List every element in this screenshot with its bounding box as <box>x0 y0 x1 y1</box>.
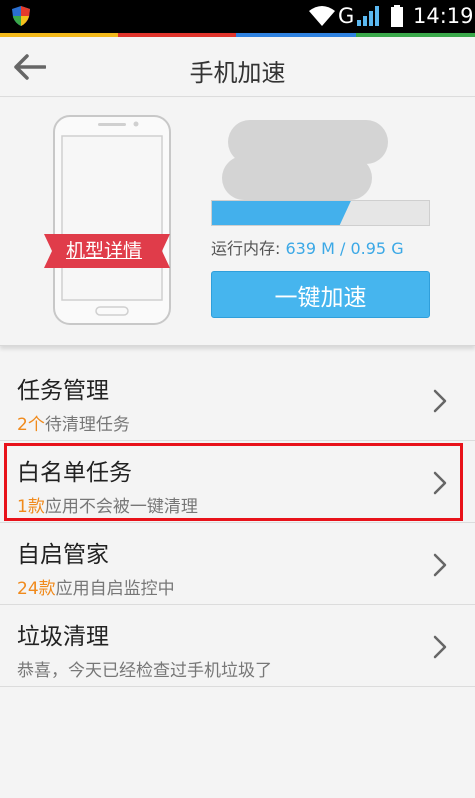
status-bar: G 14:19 <box>0 0 475 33</box>
list-item-title: 任务管理 <box>17 378 109 404</box>
memory-usage-fill <box>212 201 351 225</box>
device-card: 机型详情 运行内存: 639 M / 0.95 G 一键加速 <box>0 98 475 346</box>
list-item-subtitle: 恭喜，今天已经检查过手机垃圾了 <box>17 656 272 681</box>
list-item-count: 24款 <box>17 579 56 599</box>
signal-strength-icon <box>357 6 379 26</box>
memory-info: 运行内存: 639 M / 0.95 G <box>211 235 404 259</box>
page-title: 手机加速 <box>189 59 286 87</box>
chevron-right-icon <box>433 389 447 413</box>
feature-list: 任务管理 2个待清理任务 白名单任务 1款应用不会被一键清理 自启管家 24款应… <box>0 359 475 687</box>
app-header: 手机加速 <box>0 37 475 97</box>
list-item-count: 1款 <box>17 497 45 517</box>
one-key-boost-button[interactable]: 一键加速 <box>211 271 430 318</box>
phone-outline-icon <box>53 115 171 325</box>
chevron-right-icon <box>433 553 447 577</box>
status-time: 14:19 <box>413 4 474 28</box>
memory-label: 运行内存: <box>211 239 286 258</box>
device-name-redacted <box>222 120 388 200</box>
list-item-title: 自启管家 <box>17 542 109 568</box>
list-item-count: 2个 <box>17 415 45 435</box>
model-details-link[interactable]: 机型详情 <box>44 234 164 268</box>
chevron-right-icon <box>433 635 447 659</box>
network-type: G <box>338 4 355 28</box>
list-item-subtitle: 1款应用不会被一键清理 <box>17 492 198 517</box>
list-item-subtitle-text: 应用自启监控中 <box>55 579 175 599</box>
list-item-title: 白名单任务 <box>17 460 132 486</box>
wifi-icon <box>309 6 335 26</box>
memory-value: 639 M / 0.95 G <box>285 239 404 258</box>
list-item-whitelist[interactable]: 白名单任务 1款应用不会被一键清理 <box>0 441 475 523</box>
list-item-subtitle-text: 应用不会被一键清理 <box>44 497 198 517</box>
memory-usage-bar <box>211 200 430 226</box>
list-item-title: 垃圾清理 <box>17 624 109 650</box>
list-item-subtitle-text: 待清理任务 <box>44 415 130 435</box>
list-item-subtitle: 24款应用自启监控中 <box>17 574 175 599</box>
list-item-subtitle: 2个待清理任务 <box>17 410 130 435</box>
list-item-autostart-manager[interactable]: 自启管家 24款应用自启监控中 <box>0 523 475 605</box>
battery-icon <box>391 5 403 27</box>
list-item-junk-cleanup[interactable]: 垃圾清理 恭喜，今天已经检查过手机垃圾了 <box>0 605 475 687</box>
list-item-subtitle-text: 恭喜，今天已经检查过手机垃圾了 <box>17 661 272 681</box>
list-item-task-manager[interactable]: 任务管理 2个待清理任务 <box>0 359 475 441</box>
security-shield-icon <box>12 6 30 26</box>
chevron-right-icon <box>433 471 447 495</box>
